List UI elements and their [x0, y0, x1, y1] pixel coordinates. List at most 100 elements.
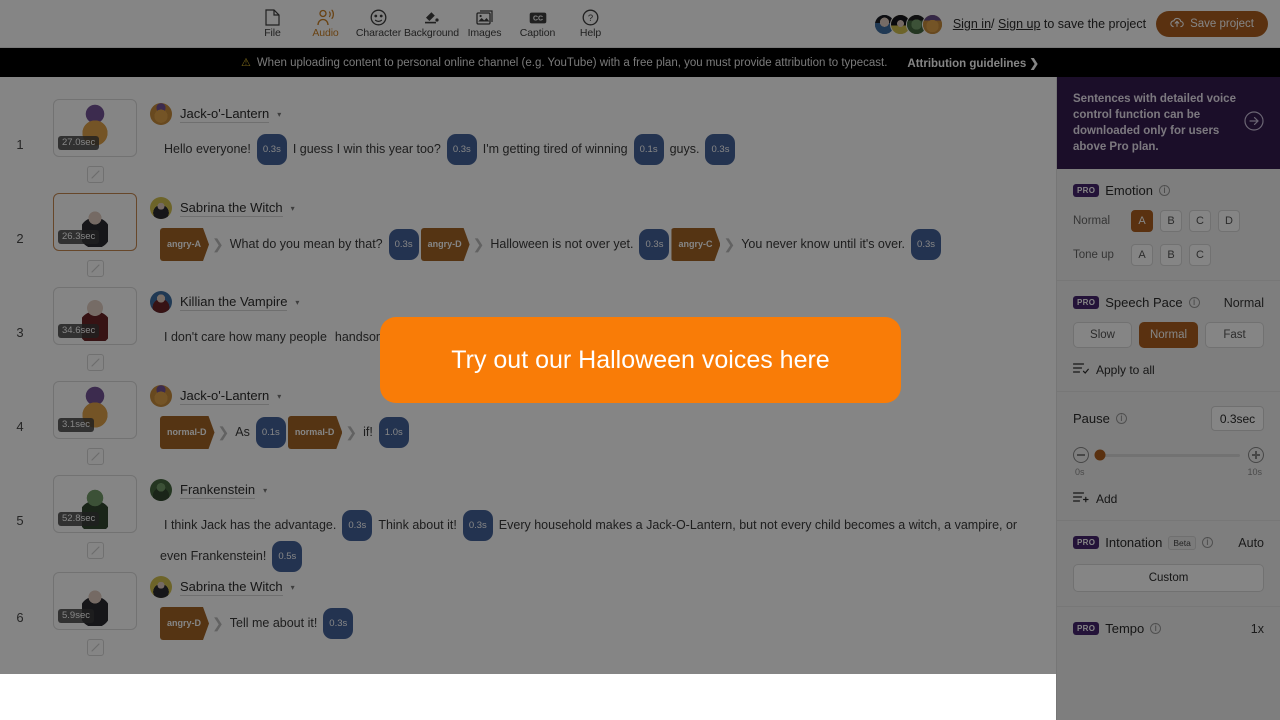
row-thumbnail[interactable]: 34.6sec — [53, 287, 137, 345]
sentence-editor[interactable]: normal-D ❯ As 0.1s normal-D ❯ if! 1.0s — [150, 416, 1036, 449]
insert-row-button[interactable] — [86, 354, 104, 371]
pause-chip[interactable]: 0.3s — [446, 134, 477, 165]
pause-add-button[interactable]: Add — [1072, 491, 1264, 506]
vampire-avatar — [150, 291, 172, 313]
info-icon[interactable]: i — [1158, 185, 1170, 196]
emotion-toneup-options: A B C — [1131, 244, 1211, 266]
emotion-normal-b[interactable]: B — [1160, 210, 1182, 232]
emotion-title: Emotion — [1105, 183, 1153, 198]
emotion-chip[interactable]: angry-C — [671, 228, 720, 261]
emotion-chip[interactable]: angry-A — [160, 228, 209, 261]
intonation-section: PRO Intonation Beta i Auto Custom — [1057, 521, 1280, 607]
insert-row-button[interactable] — [86, 639, 104, 656]
chevron-down-icon[interactable]: ▾ — [277, 392, 281, 401]
sentence-editor[interactable]: Hello everyone! 0.3s I guess I win this ye… — [150, 134, 1036, 165]
speaker-name[interactable]: Jack-o'-Lantern — [180, 106, 270, 123]
info-icon[interactable]: i — [1115, 413, 1127, 424]
emotion-chip[interactable]: normal-D — [160, 416, 215, 449]
emotion-normal-d[interactable]: D — [1218, 210, 1240, 232]
sign-up-link[interactable]: Sign up — [998, 17, 1040, 31]
speech-pace-fast[interactable]: Fast — [1205, 322, 1264, 348]
script-row[interactable]: 2 26.3sec Sabrina the Witch ▾ angry-A ❯ What d… — [0, 193, 1056, 287]
halloween-voices-callout[interactable]: Try out our Halloween voices here — [380, 317, 901, 403]
info-icon[interactable]: i — [1188, 297, 1200, 308]
chevron-down-icon[interactable]: ▾ — [295, 298, 299, 307]
chevron-down-icon[interactable]: ▾ — [291, 204, 295, 213]
pause-decrease-button[interactable] — [1073, 447, 1089, 463]
nav-item-images[interactable]: Images — [458, 0, 511, 48]
intonation-custom-button[interactable]: Custom — [1073, 564, 1264, 592]
top-right-area: Sign in/ Sign up to save the project Sav… — [873, 0, 1268, 48]
insert-row-button[interactable] — [86, 448, 104, 465]
emotion-toneup-b[interactable]: B — [1160, 244, 1182, 266]
pause-chip[interactable]: 0.3s — [342, 510, 373, 541]
nav-item-character[interactable]: Character — [352, 0, 405, 48]
sign-in-link[interactable]: Sign in — [953, 17, 991, 31]
pause-chip[interactable]: 0.3s — [323, 608, 354, 639]
sentence-text: guys. — [669, 141, 700, 156]
insert-row-button[interactable] — [86, 166, 104, 183]
pause-chip[interactable]: 0.3s — [705, 134, 736, 165]
save-hint-text: to save the project — [1043, 17, 1147, 31]
emotion-toneup-a[interactable]: A — [1131, 244, 1153, 266]
script-row[interactable]: 6 5.9sec Sabrina the Witch ▾ angry-D ❯ Tell me… — [0, 572, 1056, 666]
emotion-chip[interactable]: normal-D — [288, 416, 343, 449]
pause-chip[interactable]: 0.3s — [911, 229, 941, 260]
pause-value-field[interactable]: 0.3sec — [1211, 406, 1264, 431]
row-thumbnail[interactable]: 3.1sec — [53, 381, 137, 439]
row-thumbnail[interactable]: 27.0sec — [53, 99, 137, 157]
pause-chip[interactable]: 0.1s — [255, 417, 286, 448]
pause-slider-knob[interactable] — [1094, 449, 1106, 461]
insert-row-button[interactable] — [86, 260, 104, 277]
pause-chip[interactable]: 0.3s — [256, 134, 287, 165]
sentence-editor[interactable]: angry-A ❯ What do you mean by that? 0.3s ang… — [150, 228, 1036, 261]
row-thumbnail[interactable]: 26.3sec — [53, 193, 137, 251]
emotion-normal-a[interactable]: A — [1131, 210, 1153, 232]
nav-item-character-label: Character — [355, 27, 402, 39]
emotion-marker-icon: ❯ — [212, 615, 224, 631]
pause-chip[interactable]: 0.3s — [462, 510, 493, 541]
emotion-normal-c[interactable]: C — [1189, 210, 1211, 232]
pause-chip[interactable]: 0.3s — [388, 229, 419, 260]
nav-item-caption[interactable]: CC Caption — [511, 0, 564, 48]
chevron-down-icon[interactable]: ▾ — [291, 583, 295, 592]
sentence-editor[interactable]: angry-D ❯ Tell me about it! 0.3s — [150, 607, 1036, 640]
emotion-normal-options: A B C D — [1131, 210, 1240, 232]
row-thumbnail[interactable]: 5.9sec — [53, 572, 137, 630]
speaker-name[interactable]: Frankenstein — [180, 482, 256, 499]
row-thumbnail[interactable]: 52.8sec — [53, 475, 137, 533]
pause-slider-track[interactable] — [1094, 449, 1240, 461]
chevron-down-icon[interactable]: ▾ — [263, 486, 267, 495]
nav-item-file[interactable]: File — [246, 0, 299, 48]
pause-increase-button[interactable] — [1248, 447, 1264, 463]
speaker-name[interactable]: Jack-o'-Lantern — [180, 388, 270, 405]
script-row[interactable]: 1 27.0sec Jack-o'-Lantern ▾ Hello everyone! 0… — [0, 99, 1056, 193]
speech-pace-normal[interactable]: Normal — [1139, 322, 1198, 348]
insert-row-button[interactable] — [86, 542, 104, 559]
speaker-name[interactable]: Sabrina the Witch — [180, 200, 283, 217]
nav-item-help[interactable]: ? Help — [564, 0, 617, 48]
pause-chip[interactable]: 0.1s — [633, 134, 664, 165]
speech-pace-slow[interactable]: Slow — [1073, 322, 1132, 348]
sentence-editor[interactable]: I think Jack has the advantage. 0.3s Think… — [150, 510, 1036, 572]
emotion-toneup-c[interactable]: C — [1189, 244, 1211, 266]
emotion-chip[interactable]: angry-D — [421, 228, 470, 261]
info-icon[interactable]: i — [1201, 537, 1213, 548]
speaker-name[interactable]: Sabrina the Witch — [180, 579, 283, 596]
arrow-right-circle-icon[interactable] — [1244, 110, 1264, 136]
nav-item-audio[interactable]: Audio — [299, 0, 352, 48]
speaker-name[interactable]: Killian the Vampire — [180, 294, 288, 311]
script-row[interactable]: 5 52.8sec Frankenstein ▾ I think Jack has th… — [0, 475, 1056, 572]
emotion-chip[interactable]: angry-D — [160, 607, 209, 640]
pause-chip[interactable]: 0.3s — [639, 229, 670, 260]
nav-item-background[interactable]: Background — [404, 0, 459, 48]
apply-to-all-button[interactable]: Apply to all — [1072, 362, 1264, 377]
attribution-guidelines-link[interactable]: Attribution guidelines ❯ — [907, 56, 1039, 70]
chevron-down-icon[interactable]: ▾ — [277, 110, 281, 119]
pause-chip[interactable]: 1.0s — [378, 417, 409, 448]
save-project-button[interactable]: Save project — [1156, 11, 1268, 37]
info-icon[interactable]: i — [1150, 623, 1162, 634]
row-number: 2 — [16, 231, 24, 246]
pro-plan-promo-banner[interactable]: Sentences with detailed voice control fu… — [1057, 77, 1280, 169]
pause-chip[interactable]: 0.5s — [272, 541, 303, 572]
